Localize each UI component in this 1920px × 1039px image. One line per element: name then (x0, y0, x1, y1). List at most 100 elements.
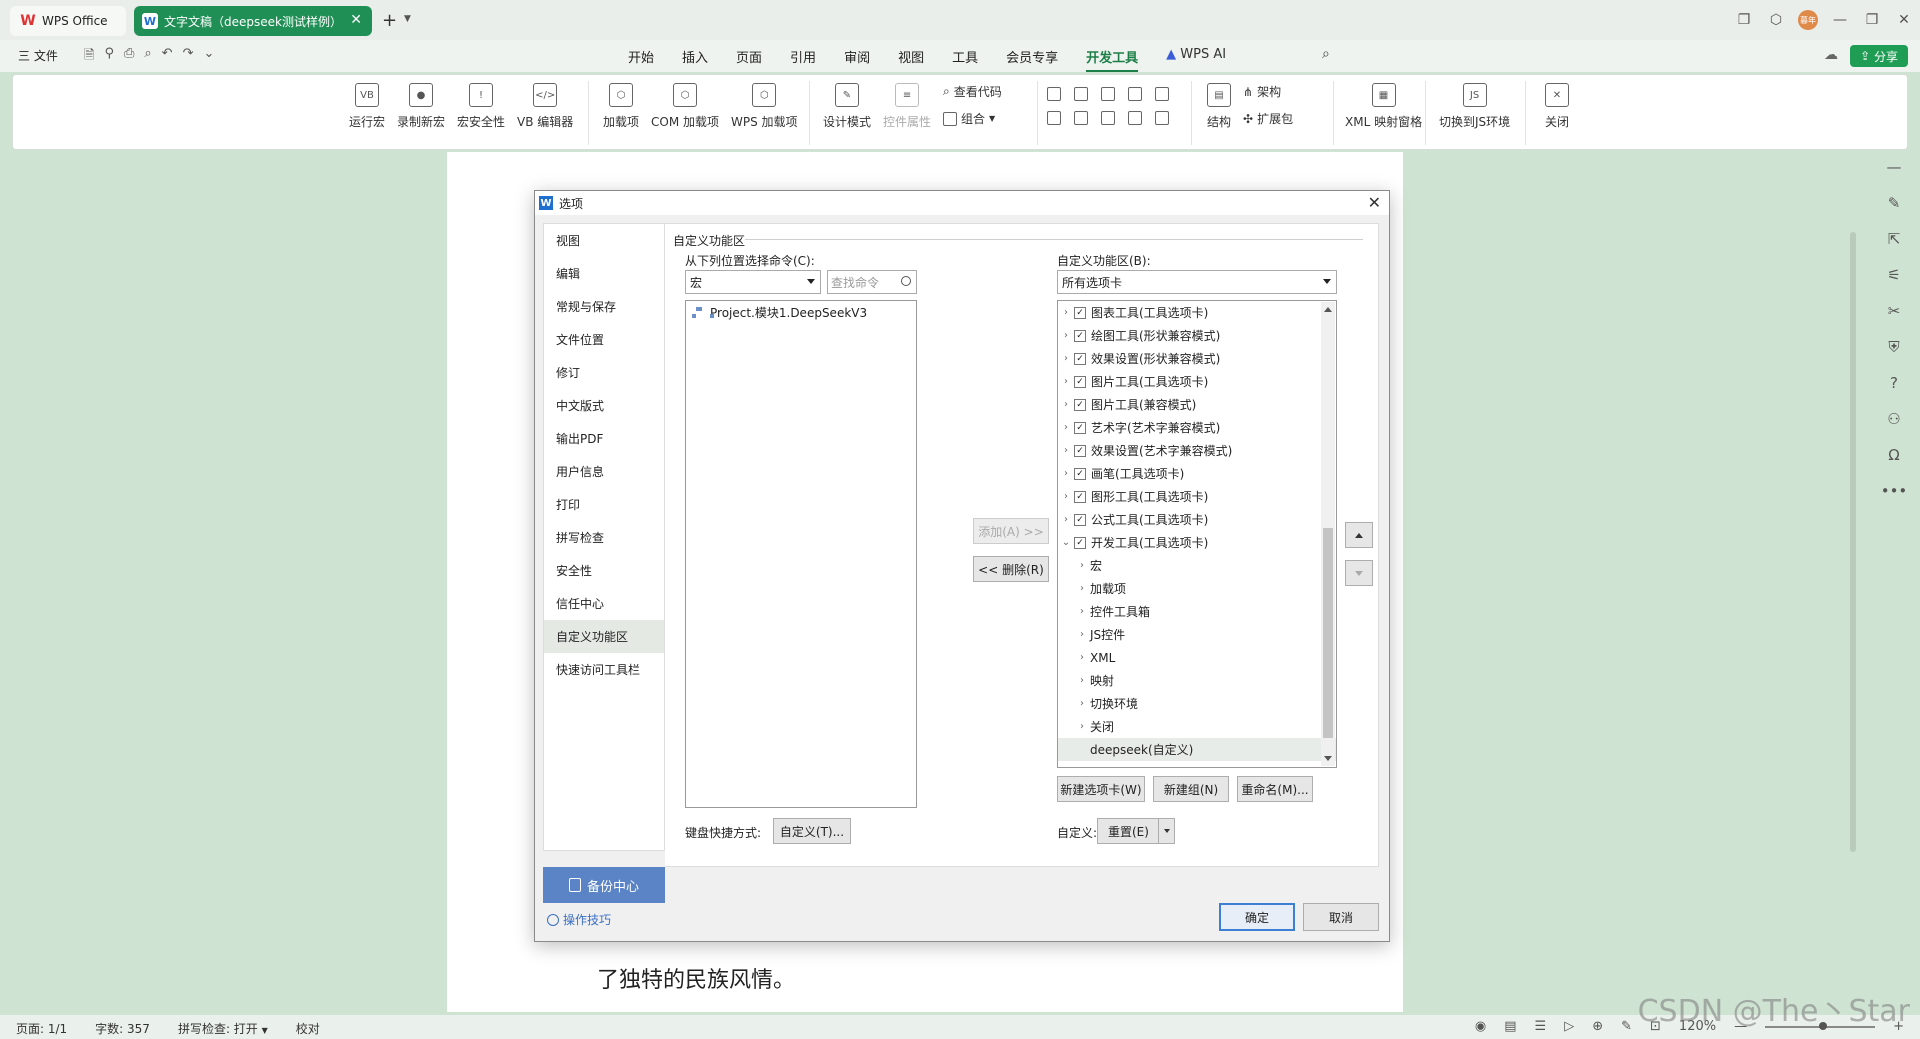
tree-group-row[interactable]: › XML (1058, 646, 1336, 669)
close-developer-button[interactable]: ✕ 关闭 (1545, 83, 1569, 130)
tree-group-row[interactable]: › 加载项 (1058, 577, 1336, 600)
checkbox[interactable]: ✓ (1074, 513, 1086, 526)
checkbox[interactable]: ✓ (1074, 329, 1086, 342)
reset-button[interactable]: 重置(E) (1097, 818, 1175, 844)
search-command-input[interactable]: 查找命令 (827, 270, 917, 294)
chevron-right-icon[interactable]: › (1058, 307, 1074, 318)
tree-tab-row[interactable]: ⌄ ✓ 开发工具(工具选项卡) (1058, 531, 1336, 554)
checkbox[interactable]: ✓ (1074, 444, 1086, 457)
web-view-icon[interactable]: ⊕ (1592, 1019, 1603, 1034)
nav-chinese-layout[interactable]: 中文版式 (544, 389, 664, 422)
chevron-right-icon[interactable]: › (1058, 353, 1074, 364)
spell-check-status[interactable]: 拼写检查: 打开 ▼ (178, 1020, 268, 1037)
nav-quick-access-toolbar[interactable]: 快速访问工具栏 (544, 653, 664, 686)
combine-button[interactable]: 组合 ▼ (943, 110, 1002, 127)
avatar[interactable]: 暮年 (1798, 10, 1818, 30)
record-macro-button[interactable]: ● 录制新宏 (397, 83, 445, 130)
restore-icon[interactable]: ❐ (1856, 12, 1888, 28)
tree-custom-group-row[interactable]: deepseek(自定义) (1058, 738, 1336, 761)
tree-group-row[interactable]: › 控件工具箱 (1058, 600, 1336, 623)
checkbox[interactable]: ✓ (1074, 398, 1086, 411)
share-button[interactable]: ⇪ 分享 (1850, 45, 1908, 67)
window-layout-icon[interactable]: ❐ (1728, 12, 1760, 28)
textbox-control-icon[interactable] (1047, 87, 1061, 101)
gallery-control-icon[interactable] (1128, 87, 1142, 101)
help-icon[interactable]: ? (1890, 374, 1898, 392)
view-code-button[interactable]: ⌕ 查看代码 (943, 83, 1002, 100)
menu-reference[interactable]: 引用 (790, 47, 816, 66)
cancel-button[interactable]: 取消 (1303, 903, 1379, 931)
chevron-right-icon[interactable]: › (1058, 445, 1074, 456)
menu-insert[interactable]: 插入 (682, 47, 708, 66)
sliders-icon[interactable]: ⚟ (1887, 266, 1900, 284)
select-icon[interactable]: ⇱ (1888, 230, 1901, 248)
shield-icon[interactable]: ⛨ (1888, 338, 1899, 356)
checkbox[interactable]: ✓ (1074, 467, 1086, 480)
shirt-icon[interactable]: ⚇ (1887, 410, 1900, 428)
chevron-right-icon[interactable]: › (1074, 606, 1090, 617)
chevron-right-icon[interactable]: › (1074, 698, 1090, 709)
nav-spell-check[interactable]: 拼写检查 (544, 521, 664, 554)
file-menu[interactable]: 三 文件 (18, 47, 58, 64)
save-icon[interactable]: 🗎 (84, 46, 94, 68)
chevron-right-icon[interactable]: › (1074, 652, 1090, 663)
checkbox[interactable]: ✓ (1074, 352, 1086, 365)
nav-general-save[interactable]: 常规与保存 (544, 290, 664, 323)
backup-center-button[interactable]: 备份中心 (543, 867, 665, 903)
menu-view[interactable]: 视图 (898, 47, 924, 66)
customize-ribbon-select[interactable]: 所有选项卡 (1057, 270, 1337, 294)
addins-button[interactable]: ⬡ 加载项 (603, 83, 639, 130)
move-down-button[interactable] (1345, 560, 1373, 586)
menu-member[interactable]: 会员专享 (1006, 47, 1058, 66)
checkbox[interactable]: ✓ (1074, 375, 1086, 388)
list-item[interactable]: Project.模块1.DeepSeekV3 (686, 301, 916, 324)
tips-link[interactable]: 操作技巧 (547, 911, 611, 928)
page-view-icon[interactable]: ▤ (1504, 1019, 1516, 1034)
chevron-right-icon[interactable]: › (1058, 468, 1074, 479)
chevron-right-icon[interactable]: › (1058, 376, 1074, 387)
new-tab-icon[interactable]: + (382, 10, 397, 31)
word-count[interactable]: 字数: 357 (95, 1020, 150, 1037)
checkbox[interactable]: ✓ (1074, 306, 1086, 319)
nav-file-location[interactable]: 文件位置 (544, 323, 664, 356)
nav-customize-ribbon[interactable]: 自定义功能区 (544, 620, 664, 653)
chevron-down-icon[interactable]: ▼ (404, 14, 411, 24)
print-preview-icon[interactable]: ⌕ (144, 46, 151, 68)
checkbox[interactable]: ✓ (1074, 536, 1086, 549)
chevron-right-icon[interactable]: › (1058, 422, 1074, 433)
date-control-icon[interactable] (1101, 111, 1115, 125)
tree-group-row[interactable]: › 关闭 (1058, 715, 1336, 738)
tab-document[interactable]: W 文字文稿（deepseek测试样例） ✕ (134, 6, 372, 36)
checkbox[interactable]: ✓ (1074, 421, 1086, 434)
rename-button[interactable]: 重命名(M)... (1237, 776, 1313, 802)
close-window-icon[interactable]: ✕ (1888, 12, 1920, 28)
scrollbar-thumb[interactable] (1323, 528, 1333, 738)
tree-group-row[interactable]: › 宏 (1058, 554, 1336, 577)
tree-tab-row[interactable]: › ✓ 绘图工具(形状兼容模式) (1058, 324, 1336, 347)
design-mode-button[interactable]: ✎ 设计模式 (823, 83, 871, 130)
remove-button[interactable]: << 删除(R) (973, 556, 1049, 582)
proofread[interactable]: 校对 (296, 1020, 320, 1037)
scroll-up-icon[interactable] (1324, 307, 1332, 312)
menu-page[interactable]: 页面 (736, 47, 762, 66)
wps-addins-button[interactable]: ⬡ WPS 加载项 (731, 83, 798, 130)
list-control-icon[interactable] (1047, 111, 1061, 125)
chevron-right-icon[interactable]: › (1074, 675, 1090, 686)
pen-icon[interactable]: ✎ (1888, 194, 1901, 212)
commands-list[interactable]: Project.模块1.DeepSeekV3 (685, 300, 917, 808)
more-icon[interactable]: ⌄ (203, 46, 214, 68)
collapse-icon[interactable]: — (1887, 158, 1902, 176)
move-up-button[interactable] (1345, 522, 1373, 548)
chevron-right-icon[interactable]: › (1074, 583, 1090, 594)
print-icon[interactable]: ⎙ (124, 46, 134, 68)
vb-editor-button[interactable]: </> VB 编辑器 (517, 83, 573, 130)
menu-review[interactable]: 审阅 (844, 47, 870, 66)
outline-view-icon[interactable]: ☰ (1535, 1019, 1547, 1034)
tree-tab-row[interactable]: › ✓ 图表工具(工具选项卡) (1058, 301, 1336, 324)
com-addins-button[interactable]: ⬡ COM 加载项 (651, 83, 719, 130)
schema-button[interactable]: ⋔ 架构 (1243, 83, 1293, 100)
chevron-right-icon[interactable]: › (1058, 330, 1074, 341)
minimize-icon[interactable]: — (1824, 12, 1856, 28)
ok-button[interactable]: 确定 (1219, 903, 1295, 931)
ribbon-tabs-tree[interactable]: › ✓ 图表工具(工具选项卡) › ✓ 绘图工具(形状兼容模式) › ✓ 效果设置(形状兼容模式… (1057, 300, 1337, 768)
